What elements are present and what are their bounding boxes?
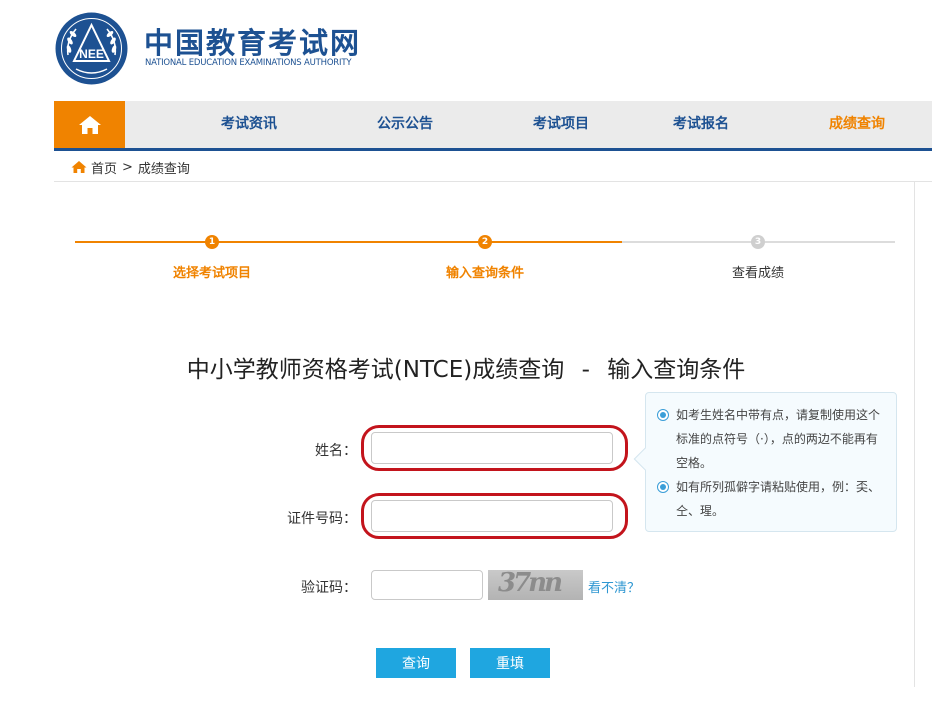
breadcrumb-divider [54,181,932,182]
site-title[interactable]: 中国教育考试网 [144,20,361,62]
page-title-sub: 输入查询条件 [607,357,746,383]
reset-button[interactable]: 重填 [470,648,550,678]
nav-home-button[interactable] [54,101,125,148]
nav-item-registration[interactable]: 考试报名 [673,101,729,148]
nav-item-score-query[interactable]: 成绩查询 [829,101,885,148]
home-icon [78,115,101,134]
tip-bullet-icon [657,481,669,493]
nav-item-exam-news[interactable]: 考试资讯 [221,101,277,148]
tip-text-rare-chars: 如有所列孤僻字请粘贴使用，例：奀、仝、瑆。 [676,480,881,518]
breadcrumb-home-icon [71,161,87,173]
step-1-label: 选择考试项目 [172,266,251,281]
tip-item: 如有所列孤僻字请粘贴使用，例：奀、仝、瑆。 [656,475,886,523]
nav-item-exam-projects[interactable]: 考试项目 [533,101,589,148]
page-title-main: 中小学教师资格考试(NTCE)成绩查询 [186,357,565,383]
tip-item: 如考生姓名中带有点，请复制使用这个标准的点符号（·），点的两边不能再有空格。 [656,403,886,475]
query-button[interactable]: 查询 [376,648,456,678]
nav-item-announcements[interactable]: 公示公告 [377,101,433,148]
tip-bullet-icon [657,409,669,421]
content-right-border [914,182,915,687]
breadcrumb: 首页 > 成绩查询 [71,158,190,177]
step-2-label: 输入查询条件 [445,266,524,281]
captcha-image[interactable]: 37nn [488,570,583,600]
captcha-refresh-link[interactable]: 看不清？ [588,577,640,596]
step-3-dot: 3 [751,235,765,249]
nav-divider [54,148,932,151]
name-input-highlight [361,425,628,471]
page-title: 中小学教师资格考试(NTCE)成绩查询 - 输入查询条件 [0,350,932,384]
breadcrumb-home-link[interactable]: 首页 [91,158,117,177]
id-number-input-highlight [361,493,628,539]
name-label: 姓名： [315,443,357,459]
step-1-dot: 1 [205,235,219,249]
breadcrumb-separator: > [122,159,133,175]
captcha-label: 验证码： [301,580,357,596]
step-3-label: 查看成绩 [731,266,784,281]
input-tips-box: 如考生姓名中带有点，请复制使用这个标准的点符号（·），点的两边不能再有空格。 如… [633,392,897,532]
id-number-label: 证件号码： [287,511,357,527]
step-2-dot: 2 [478,235,492,249]
page-title-separator: - [581,357,590,383]
site-subtitle: NATIONAL EDUCATION EXAMINATIONS AUTHORIT… [145,58,352,68]
tip-arrow [633,447,657,471]
nee-logo[interactable]: NEE [54,11,129,86]
captcha-input[interactable] [371,570,483,600]
breadcrumb-current: 成绩查询 [137,161,190,177]
tip-text-dot-rule: 如考生姓名中带有点，请复制使用这个标准的点符号（·），点的两边不能再有空格。 [676,408,881,470]
main-nav: 考试资讯 公示公告 考试项目 考试报名 成绩查询 [54,101,932,148]
captcha-image-text: 37nn [498,570,563,598]
step-line-done [75,241,622,243]
logo-text: NEE [79,47,104,61]
